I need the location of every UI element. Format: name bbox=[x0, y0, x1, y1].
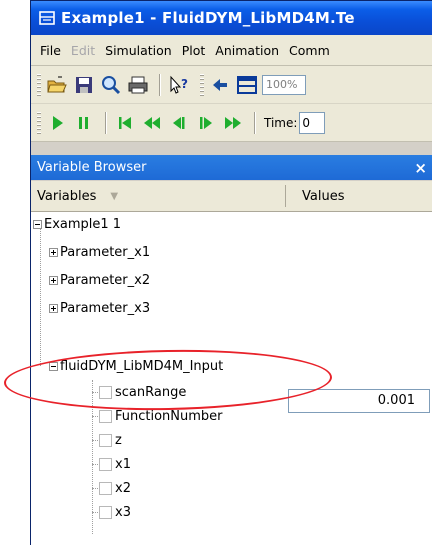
variable-checkbox[interactable] bbox=[99, 409, 112, 423]
variable-browser-title-bar[interactable]: Variable Browser × bbox=[31, 155, 432, 180]
menu-commands[interactable]: Comm bbox=[284, 43, 335, 58]
variable-checkbox[interactable] bbox=[99, 433, 112, 447]
variable-checkbox[interactable] bbox=[99, 481, 112, 495]
tree-item-label: Parameter_x1 bbox=[60, 244, 151, 260]
whats-this-help-icon[interactable]: ? bbox=[167, 73, 191, 97]
search-icon[interactable] bbox=[99, 73, 123, 97]
expand-icon[interactable] bbox=[49, 247, 58, 257]
play-icon[interactable] bbox=[45, 111, 69, 135]
tree-item-z[interactable]: z bbox=[99, 428, 122, 452]
app-icon bbox=[39, 10, 55, 26]
tree-item-parameter-x1[interactable]: Parameter_x1 bbox=[49, 240, 150, 264]
expand-icon[interactable] bbox=[49, 303, 58, 313]
zoom-field[interactable]: 100% bbox=[262, 74, 306, 95]
tree-item-x1[interactable]: x1 bbox=[99, 452, 131, 476]
menu-plot[interactable]: Plot bbox=[177, 43, 211, 58]
file-toolbar: ? 100% bbox=[31, 66, 432, 104]
tree-item-label: FunctionNumber bbox=[115, 408, 223, 424]
menu-file[interactable]: File bbox=[31, 43, 66, 58]
tree-item-label: Parameter_x2 bbox=[60, 272, 151, 288]
toolbar-separator bbox=[159, 73, 161, 96]
svg-text:?: ? bbox=[181, 77, 188, 91]
collapse-icon[interactable] bbox=[33, 219, 42, 229]
save-icon[interactable] bbox=[72, 73, 96, 97]
fast-reverse-icon[interactable] bbox=[140, 111, 164, 135]
title-bar[interactable]: Example1 - FluidDYM_LibMD4M.Te bbox=[31, 1, 432, 35]
tree-root[interactable]: Example1 1 bbox=[33, 212, 121, 236]
toolbar-separator-2 bbox=[105, 111, 107, 134]
tree-item-label: x3 bbox=[115, 504, 131, 520]
tree-connector bbox=[40, 224, 41, 366]
tree-item-label: z bbox=[115, 432, 122, 448]
menu-simulation[interactable]: Simulation bbox=[100, 43, 177, 58]
pause-icon[interactable] bbox=[72, 111, 96, 135]
toolbar-separator-3 bbox=[254, 111, 256, 134]
app-window: Example1 - FluidDYM_LibMD4M.Te File Edit… bbox=[30, 0, 432, 545]
menu-bar: File Edit Simulation Plot Animation Comm bbox=[31, 35, 432, 66]
window-layout-icon[interactable] bbox=[235, 73, 259, 97]
tree-item-label: x1 bbox=[115, 456, 131, 472]
sort-down-icon[interactable]: ▼ bbox=[110, 191, 118, 202]
back-arrow-icon[interactable] bbox=[208, 73, 232, 97]
time-label: Time: bbox=[264, 115, 298, 130]
tree-item-parameter-x2[interactable]: Parameter_x2 bbox=[49, 268, 150, 292]
close-icon[interactable]: × bbox=[414, 159, 432, 177]
menu-edit[interactable]: Edit bbox=[66, 43, 100, 58]
open-folder-icon[interactable] bbox=[45, 73, 69, 97]
time-input[interactable]: 0 bbox=[299, 111, 326, 134]
step-forward-icon[interactable] bbox=[194, 111, 218, 135]
menu-animation[interactable]: Animation bbox=[210, 43, 284, 58]
tree-item-label: x2 bbox=[115, 480, 131, 496]
toolbar-grip-2[interactable] bbox=[200, 73, 204, 96]
tree-item-label: Parameter_x3 bbox=[60, 300, 151, 316]
values-column-header[interactable]: Values bbox=[286, 189, 344, 204]
toolbar-grip-3[interactable] bbox=[37, 111, 41, 134]
tree-item-x2[interactable]: x2 bbox=[99, 476, 131, 500]
tree-item-parameter-x3[interactable]: Parameter_x3 bbox=[49, 296, 150, 320]
variable-checkbox[interactable] bbox=[99, 505, 112, 519]
fast-forward-icon[interactable] bbox=[221, 111, 245, 135]
step-back-icon[interactable] bbox=[167, 111, 191, 135]
toolbar-grip[interactable] bbox=[37, 73, 41, 96]
expand-icon[interactable] bbox=[49, 275, 58, 285]
variable-browser-title: Variable Browser bbox=[37, 160, 147, 175]
window-title: Example1 - FluidDYM_LibMD4M.Te bbox=[61, 9, 355, 27]
column-header: Variables ▼ Values bbox=[31, 181, 432, 212]
variables-column-header[interactable]: Variables ▼ bbox=[31, 189, 285, 204]
variables-column-label: Variables bbox=[37, 188, 97, 204]
animation-toolbar: Time: 0 bbox=[31, 104, 432, 142]
rewind-start-icon[interactable] bbox=[113, 111, 137, 135]
variable-checkbox[interactable] bbox=[99, 457, 112, 471]
tree-root-label: Example1 1 bbox=[44, 216, 122, 232]
tree-item-x3[interactable]: x3 bbox=[99, 500, 131, 524]
print-icon[interactable] bbox=[126, 73, 150, 97]
